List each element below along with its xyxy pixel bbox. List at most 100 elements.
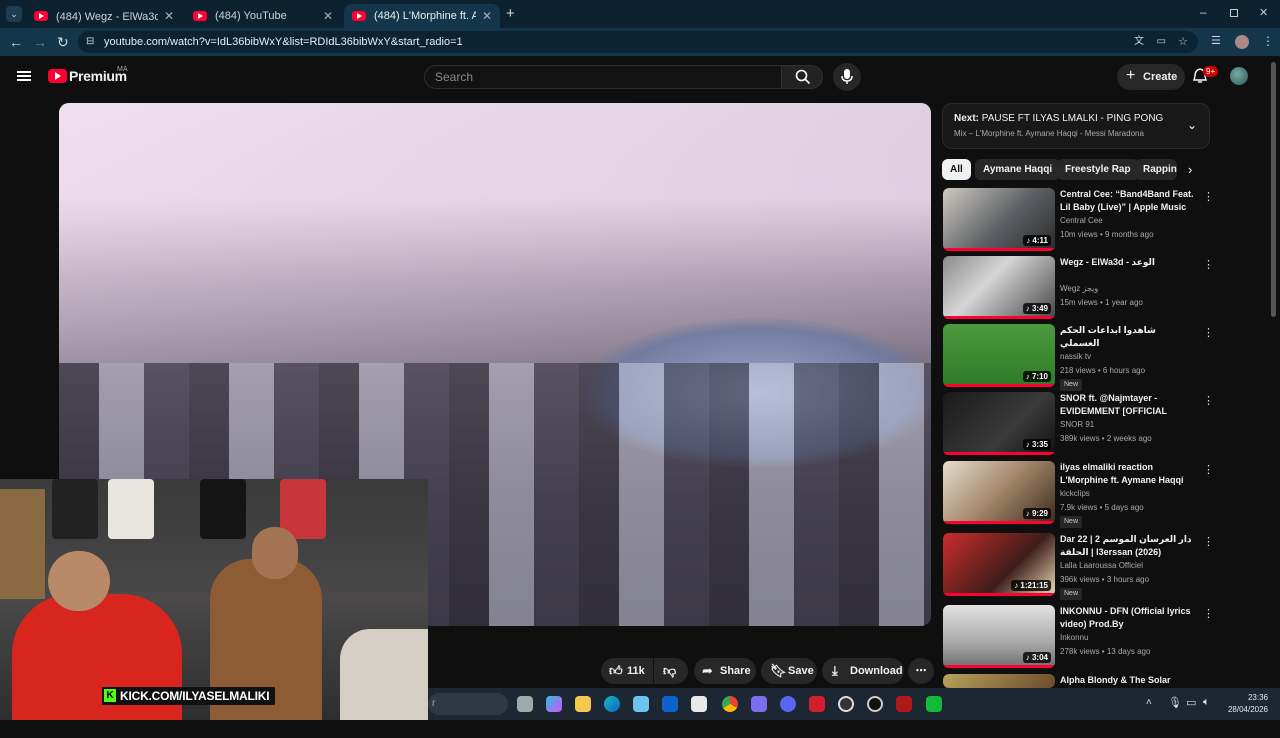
reload-icon[interactable]: ↻ [57,34,69,51]
video-thumbnail[interactable]: ♪ 1:21:15 [943,533,1055,596]
tab-wegz[interactable]: (484) Wegz - ElWa3d - الوعد - Y ✕ [26,4,182,28]
streaming-app-icon[interactable] [896,696,912,712]
channel-name[interactable]: nassik tv [1060,352,1091,361]
translate-icon[interactable]: 文 [1134,31,1144,53]
close-window-icon[interactable]: ✕ [1259,6,1268,19]
account-avatar[interactable] [1230,67,1248,85]
video-title[interactable]: SNOR ft. @Najmtayer - EVIDEMMENT [OFFICI… [1060,392,1195,418]
video-options-icon[interactable]: ⋮ [1203,463,1214,476]
up-next-card[interactable]: Next: PAUSE FT ILYAS LMALKI - PING PONG … [942,103,1210,149]
channel-name[interactable]: SNOR 91 [1060,420,1094,429]
chevron-down-icon[interactable]: ⌄ [1187,118,1197,132]
video-thumbnail[interactable]: ♪ 9:29 [943,461,1055,524]
video-options-icon[interactable]: ⋮ [1203,190,1214,203]
like-button[interactable]: 👍︎ 11k [601,658,653,684]
video-title[interactable]: INKONNU - DFN (Official lyrics video) Pr… [1060,605,1195,631]
file-explorer-icon[interactable] [575,696,591,712]
cast-icon[interactable]: ▭ [1157,31,1166,53]
close-tab-icon[interactable]: ✕ [164,9,174,23]
new-tab-icon[interactable]: + [506,5,515,22]
voice-search-button[interactable] [833,63,861,91]
video-thumbnail[interactable]: ♪ 3:35 [943,392,1055,455]
video-options-icon[interactable]: ⋮ [1203,607,1214,620]
video-options-icon[interactable]: ⋮ [1203,535,1214,548]
close-tab-icon[interactable]: ✕ [482,9,492,23]
task-view-icon[interactable] [517,696,533,712]
page-scrollbar[interactable] [1271,62,1276,317]
channel-name[interactable]: Lalla Laaroussa Officiel [1060,561,1143,570]
forward-icon[interactable]: → [33,34,47,50]
related-video-item[interactable]: ♪ 3:49 Wegz - ElWa3d - الوعد Wegz ويجز 15m … [942,256,1214,320]
taskbar-search-field[interactable]: r [428,693,508,715]
channel-name[interactable]: kickclips [1060,489,1090,498]
copilot-icon[interactable] [546,696,562,712]
channel-name[interactable]: Wegz ويجز [1060,284,1098,293]
site-info-icon[interactable]: ⊟ [86,31,94,53]
video-title[interactable]: ilyas elmaliki reaction L'Morphine ft. A… [1060,461,1195,487]
video-options-icon[interactable]: ⋮ [1203,326,1214,339]
media-player-icon[interactable] [926,696,942,712]
browser-menu-icon[interactable]: ⋮ [1262,34,1274,48]
bookmark-star-icon[interactable]: ☆ [1178,31,1188,53]
chip-aymane-haqqi[interactable]: Aymane Haqqi [975,159,1061,180]
related-video-item[interactable]: ♪ 3:35 SNOR ft. @Najmtayer - EVIDEMMENT [… [942,392,1214,456]
obs-icon[interactable] [838,696,854,712]
close-tab-icon[interactable]: ✕ [323,9,333,23]
channel-name-text: SNOR 91 [1060,420,1095,429]
tab-list-icon[interactable]: ⌄ [6,6,22,22]
video-title[interactable]: Central Cee: “Band4Band Feat. Lil Baby (… [1060,188,1195,214]
tab-youtube[interactable]: (484) YouTube ✕ [185,4,341,28]
restore-icon[interactable] [1230,9,1238,17]
search-input[interactable]: Search [424,65,782,89]
video-thumbnail[interactable]: ♪ 3:49 [943,256,1055,319]
related-video-item[interactable]: Alpha Blondy & The Solar [942,674,1212,738]
search-button[interactable] [781,65,823,89]
chip-rapping[interactable]: Rapping [1135,159,1177,180]
related-video-item[interactable]: ♪ 4:11 Central Cee: “Band4Band Feat. Lil … [942,188,1214,252]
video-title[interactable]: Alpha Blondy & The Solar [1060,674,1195,687]
back-icon[interactable]: ← [9,34,23,50]
video-title[interactable]: Wegz - ElWa3d - الوعد [1060,256,1195,269]
outlook-icon[interactable] [662,696,678,712]
app-icon[interactable] [867,696,883,712]
tab-lmorphine[interactable]: (484) L'Morphine ft. Aymane Ha ✕ [344,4,500,28]
channel-name[interactable]: Inkonnu [1060,633,1088,642]
channel-name[interactable]: Central Cee [1060,216,1103,225]
video-title[interactable]: Dar 22 | دار العرسان الموسم 2 | الحلقة l… [1060,533,1195,559]
chip-all[interactable]: All [942,159,971,180]
create-button[interactable]: Create [1117,63,1185,90]
address-bar[interactable]: ⊟ youtube.com/watch?v=IdL36bibWxY&list=R… [78,31,1198,53]
extensions-icon[interactable]: ☰ [1211,34,1221,47]
video-thumbnail[interactable]: ♪ 3:04 [943,605,1055,668]
save-button[interactable]: 🔖︎ Save [761,658,817,684]
share-button[interactable]: ➦ Share [694,658,756,684]
capcut-icon[interactable] [691,696,707,712]
profile-icon[interactable] [1235,35,1249,49]
related-video-item[interactable]: ♪ 3:04 INKONNU - DFN (Official lyrics vid… [942,605,1214,669]
chrome-icon[interactable] [722,696,738,712]
related-video-item[interactable]: ♪ 9:29 ilyas elmaliki reaction L'Morphine… [942,461,1214,528]
chip-freestyle-rap[interactable]: Freestyle Rap [1057,159,1139,180]
download-button[interactable]: ⤓ Download [822,658,904,684]
related-video-item[interactable]: ♪ 7:10 شاهدوا ابداعات الحكم العسملي nassik… [942,324,1214,391]
video-options-icon[interactable]: ⋮ [1203,258,1214,271]
youtube-logo-icon[interactable] [48,69,67,83]
chips-next-arrow-icon[interactable]: › [1188,162,1192,177]
dislike-button[interactable]: 👎︎ [654,658,688,684]
video-thumbnail[interactable]: ♪ 7:10 [943,324,1055,387]
taskbar-clock[interactable]: 23:36 28/04/2026 [1220,692,1268,716]
edge-browser-icon[interactable] [604,696,620,712]
related-video-item[interactable]: ♪ 1:21:15 Dar 22 | دار العرسان الموسم 2 |… [942,533,1214,600]
video-title[interactable]: شاهدوا ابداعات الحكم العسملي [1060,324,1195,350]
hamburger-menu-icon[interactable] [17,71,31,81]
discord-icon[interactable] [780,696,796,712]
adobe-acrobat-icon[interactable] [809,696,825,712]
microsoft-store-icon[interactable] [633,696,649,712]
video-thumbnail[interactable] [943,674,1055,688]
minimize-icon[interactable]: – [1200,5,1207,19]
video-thumbnail[interactable]: ♪ 4:11 [943,188,1055,251]
more-actions-button[interactable]: ⋯ [908,658,934,684]
game-controller-icon[interactable] [751,696,767,712]
youtube-favicon-icon [34,11,48,21]
video-options-icon[interactable]: ⋮ [1203,394,1214,407]
